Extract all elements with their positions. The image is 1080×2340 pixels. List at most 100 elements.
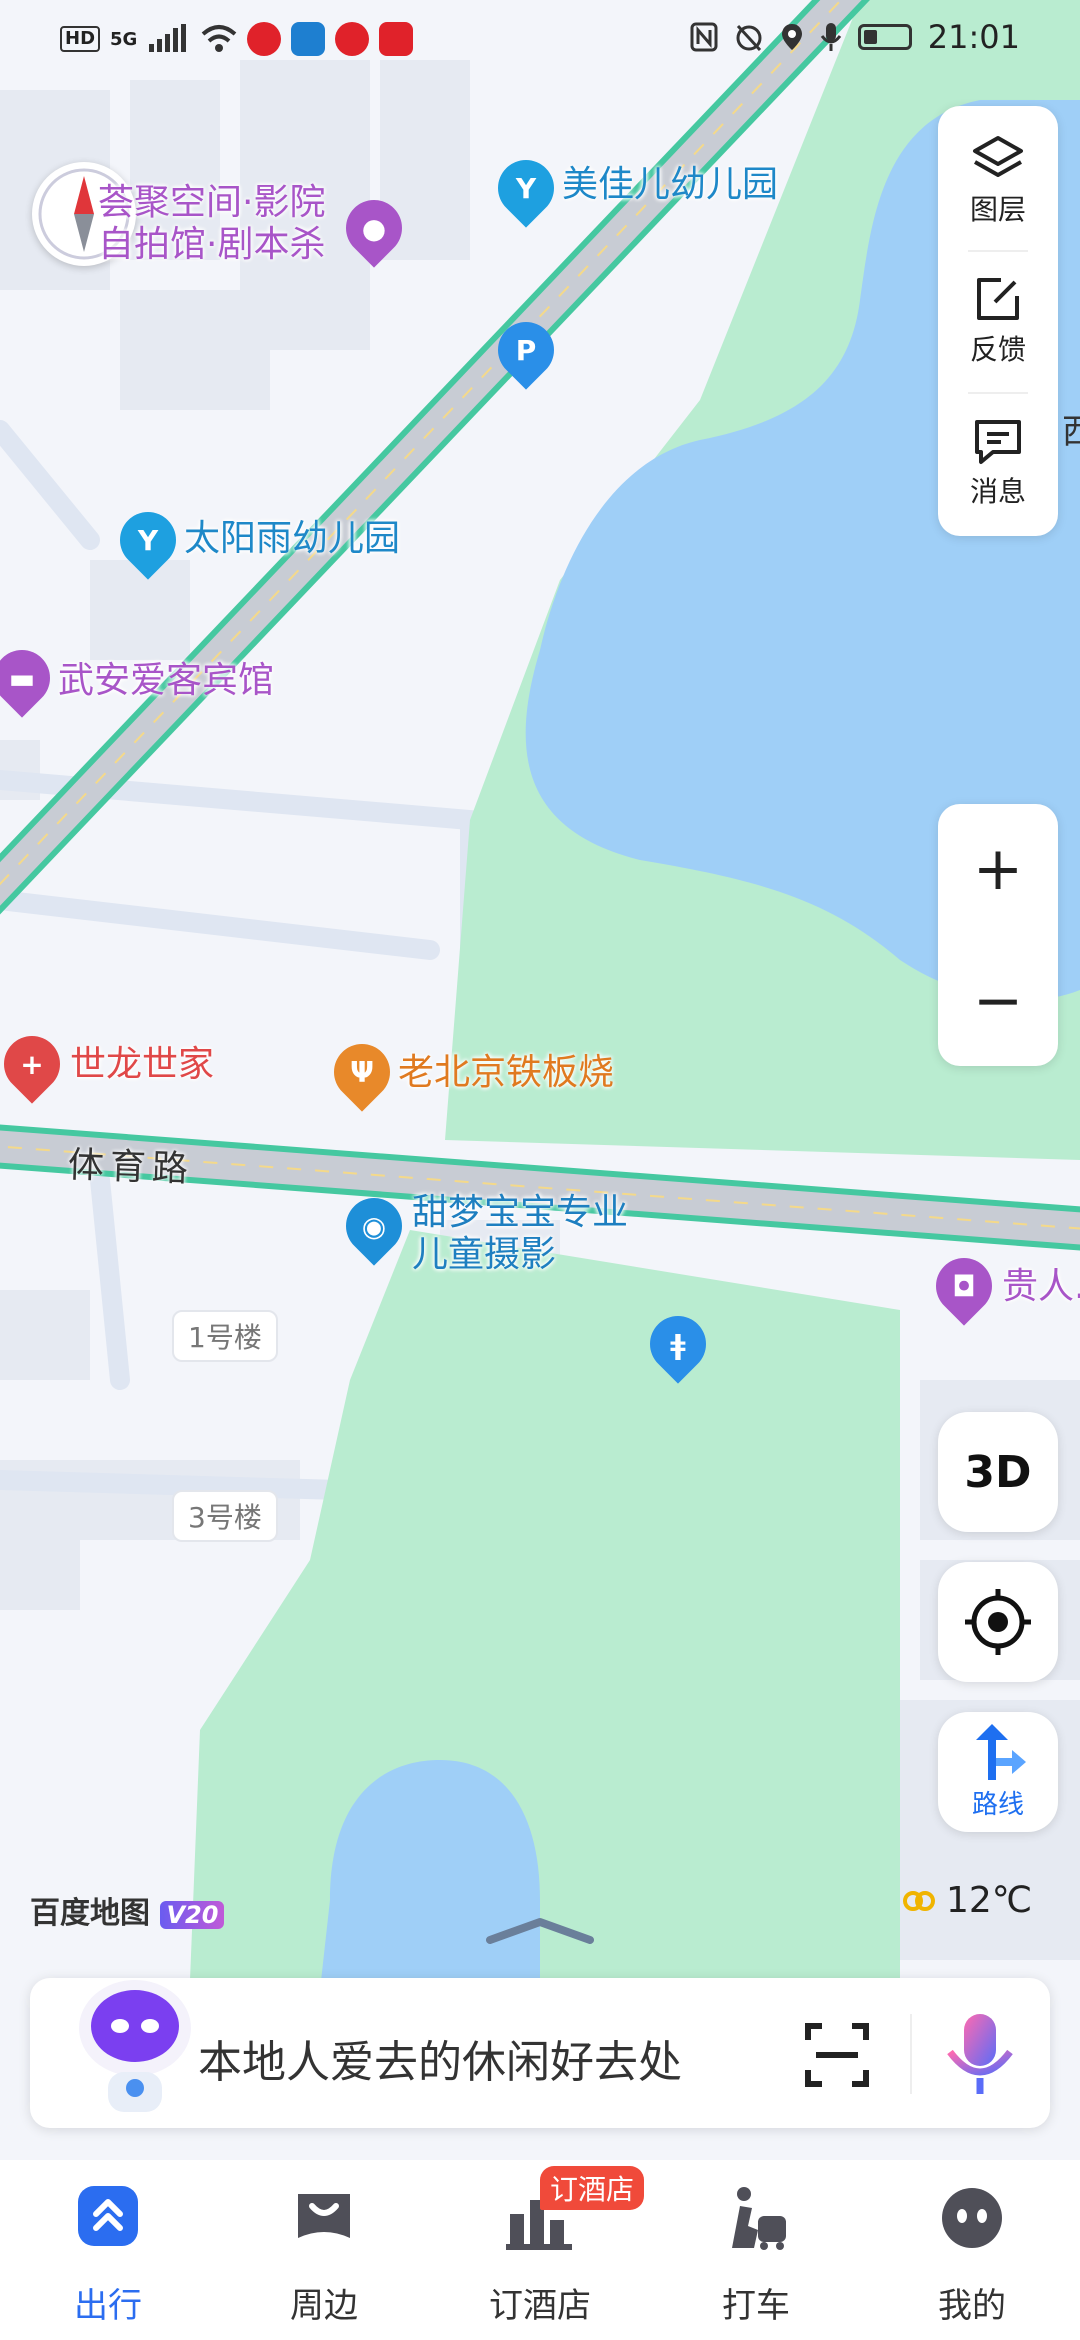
app-notification-icon — [335, 22, 370, 56]
tab-profile-label: 我的 — [938, 2286, 1006, 2326]
camera-icon: ◉ — [361, 1209, 387, 1243]
poi-label-line: 荟聚空间·影院 — [98, 182, 326, 223]
scan-icon[interactable] — [804, 2022, 870, 2088]
poi-label-line: 甜梦宝宝专业 — [412, 1192, 629, 1233]
tab-hotel-label: 订酒店 — [489, 2286, 591, 2326]
signal-icon — [149, 24, 187, 52]
building-label-3[interactable]: 3号楼 — [172, 1490, 278, 1542]
brand-name: 百度地图 — [30, 1896, 150, 1931]
layers-button[interactable]: 图层 — [938, 126, 1058, 246]
medical-cross-icon: + — [20, 1047, 44, 1081]
app-notification-icon — [291, 22, 326, 56]
route-button[interactable]: 路线 — [938, 1712, 1058, 1832]
map-tools-panel: 图层 反馈 消息 — [938, 106, 1058, 536]
poi-shop-label[interactable]: 贵人... — [1002, 1266, 1080, 1308]
brand-version: V20 — [160, 1901, 225, 1929]
assistant-avatar[interactable] — [70, 1968, 200, 2118]
profile-icon — [942, 2188, 1002, 2248]
poi-photo-pin[interactable]: ◉ — [334, 1186, 414, 1266]
poi-restaurant-pin[interactable]: Ψ — [322, 1032, 402, 1112]
route-arrow-icon — [976, 1723, 1026, 1780]
battery-icon — [857, 24, 912, 50]
tab-hotel[interactable]: 订酒店 订酒店 — [432, 2160, 648, 2340]
poi-photo-label[interactable]: 甜梦宝宝专业 儿童摄影 — [412, 1192, 628, 1276]
poi-shop-pin[interactable]: ◘ — [924, 1246, 1004, 1326]
voice-mic-icon[interactable] — [942, 2012, 1018, 2098]
poi-kindergarten-1-pin[interactable]: Y — [486, 148, 566, 228]
wifi-icon — [202, 25, 237, 52]
search-divider — [910, 2014, 912, 2094]
travel-icon — [78, 2186, 138, 2246]
status-right: 21:01 — [690, 18, 1020, 56]
building-label-1[interactable]: 1号楼 — [172, 1310, 278, 1362]
tab-travel-label: 出行 — [74, 2286, 142, 2326]
zoom-out-button[interactable]: − — [938, 936, 1058, 1066]
app-notification-icon — [379, 22, 414, 56]
tab-travel[interactable]: 出行 — [0, 2160, 216, 2340]
network-indicator: 5G — [110, 28, 138, 50]
zoom-control: + − — [938, 804, 1058, 1066]
panel-divider — [968, 392, 1028, 394]
restroom-icon: ǂ — [670, 1327, 686, 1361]
map-edge-label: 西 — [1062, 412, 1080, 452]
locate-button[interactable] — [938, 1562, 1058, 1682]
poi-kindergarten-2-label[interactable]: 太阳雨幼儿园 — [184, 518, 400, 560]
feedback-edit-icon — [977, 278, 1019, 320]
messages-label: 消息 — [969, 475, 1026, 508]
poi-label-line: 儿童摄影 — [412, 1234, 557, 1275]
zoom-in-button[interactable]: + — [938, 804, 1058, 934]
nfc-icon — [690, 22, 718, 52]
status-time: 21:01 — [927, 18, 1020, 56]
3d-button[interactable]: 3D — [938, 1412, 1058, 1532]
film-icon: ● — [361, 211, 387, 245]
search-input[interactable]: 本地人爱去的休闲好去处 — [198, 2026, 682, 2090]
poi-cinema-pin[interactable]: ● — [334, 188, 414, 268]
tab-taxi[interactable]: 打车 — [648, 2160, 864, 2340]
chevron-up-icon[interactable] — [484, 1916, 596, 1946]
location-icon — [781, 24, 802, 50]
tab-profile[interactable]: 我的 — [864, 2160, 1080, 2340]
poi-parking-pin[interactable]: P — [486, 310, 566, 390]
poi-label-line: 自拍馆·剧本杀 — [98, 224, 326, 265]
locate-icon — [965, 1589, 1031, 1655]
kindergarten-icon: Y — [137, 523, 159, 557]
road-label: 体育路 — [67, 1144, 195, 1191]
kindergarten-icon: Y — [515, 171, 537, 205]
search-bar[interactable]: 本地人爱去的休闲好去处 — [30, 1978, 1050, 2128]
tab-hotel-badge: 订酒店 — [540, 2166, 645, 2210]
poi-restroom-pin[interactable]: ǂ — [638, 1304, 718, 1384]
3d-label: 3D — [964, 1446, 1032, 1498]
poi-restaurant-label[interactable]: 老北京铁板烧 — [398, 1052, 614, 1094]
tab-taxi-label: 打车 — [722, 2286, 790, 2326]
poi-cinema-label[interactable]: 荟聚空间·影院 自拍馆·剧本杀 — [98, 182, 325, 266]
poi-hotel-label[interactable]: 武安爱客宾馆 — [58, 660, 274, 702]
tab-nearby-label: 周边 — [290, 2286, 358, 2326]
route-label: 路线 — [971, 1789, 1024, 1820]
brand-logo: 百度地图 V20 — [30, 1888, 225, 1932]
weather-temp: 12℃ — [946, 1880, 1033, 1921]
status-bar: HD 5G 21:01 — [0, 0, 1080, 80]
message-icon — [975, 420, 1021, 464]
poi-clinic-label[interactable]: 世龙世家 — [70, 1044, 214, 1086]
feedback-button[interactable]: 反馈 — [938, 266, 1058, 386]
feedback-label: 反馈 — [969, 333, 1026, 366]
hd-indicator: HD — [60, 26, 101, 52]
bed-icon: ▬ — [8, 661, 36, 695]
poi-kindergarten-1-label[interactable]: 美佳儿幼儿园 — [562, 164, 778, 206]
layers-label: 图层 — [969, 193, 1026, 226]
messages-button[interactable]: 消息 — [938, 408, 1058, 528]
tab-nearby[interactable]: 周边 — [216, 2160, 432, 2340]
taxi-icon — [732, 2187, 786, 2250]
robot-mascot-icon — [79, 1980, 191, 2112]
status-left: HD 5G — [60, 22, 414, 56]
layers-icon — [973, 136, 1023, 177]
panel-divider — [968, 250, 1028, 252]
poi-kindergarten-2-pin[interactable]: Y — [108, 500, 188, 580]
parking-icon: P — [515, 333, 537, 367]
bottom-tab-bar: 出行 周边 订酒店 订酒店 打车 我的 — [0, 2160, 1080, 2340]
mic-icon — [820, 23, 841, 51]
nearby-bag-icon — [298, 2194, 350, 2238]
weather-widget[interactable]: 12℃ — [902, 1880, 1032, 1921]
shopping-bag-icon: ◘ — [952, 1269, 976, 1303]
alarm-icon — [736, 24, 762, 52]
